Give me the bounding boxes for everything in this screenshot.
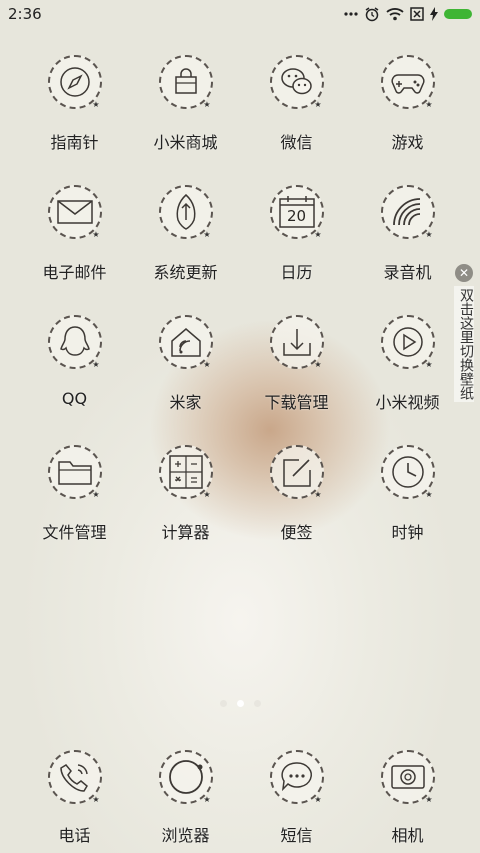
app-label: 时钟 bbox=[391, 523, 424, 542]
download-icon: ★ bbox=[269, 315, 324, 369]
wifi-icon bbox=[386, 7, 404, 21]
app-label: 指南针 bbox=[50, 133, 99, 152]
app-browser[interactable]: ★ 浏览器 bbox=[130, 750, 241, 846]
app-recorder[interactable]: ★ 录音机 bbox=[352, 185, 463, 315]
folder-icon: ★ bbox=[47, 445, 102, 499]
calendar-icon: 20 ★ bbox=[269, 185, 324, 239]
app-downloads[interactable]: ★ 下载管理 bbox=[241, 315, 352, 445]
smart-home-icon: ★ bbox=[158, 315, 213, 369]
app-label: 相机 bbox=[391, 826, 424, 845]
app-mi-video[interactable]: ★ 小米视频 bbox=[352, 315, 463, 445]
qq-penguin-icon: ★ bbox=[47, 315, 102, 369]
app-label: 文件管理 bbox=[42, 523, 107, 542]
app-qq[interactable]: ★ QQ bbox=[19, 315, 130, 445]
app-label: 浏览器 bbox=[161, 826, 210, 845]
app-clock[interactable]: ★ 时钟 bbox=[352, 445, 463, 575]
app-email[interactable]: ★ 电子邮件 bbox=[19, 185, 130, 315]
page-dot[interactable] bbox=[219, 700, 227, 707]
app-label: 系统更新 bbox=[153, 263, 218, 282]
app-mijia[interactable]: ★ 米家 bbox=[130, 315, 241, 445]
app-label: QQ bbox=[61, 389, 88, 408]
page-dot[interactable] bbox=[253, 700, 261, 707]
app-notes[interactable]: ★ 便签 bbox=[241, 445, 352, 575]
app-camera[interactable]: ★ 相机 bbox=[352, 750, 463, 846]
app-file-manager[interactable]: ★ 文件管理 bbox=[19, 445, 130, 575]
app-label: 微信 bbox=[280, 133, 313, 152]
shopping-bag-icon: ★ bbox=[158, 55, 213, 109]
sound-waves-icon: ★ bbox=[380, 185, 435, 239]
app-mi-store[interactable]: ★ 小米商城 bbox=[130, 55, 241, 185]
dock: ★ 电话 ★ 浏览器 ★ 短信 ★ 相机 bbox=[19, 750, 463, 846]
status-bar: 2:36 bbox=[0, 0, 480, 28]
calendar-day: 20 bbox=[286, 207, 307, 225]
app-label: 游戏 bbox=[391, 133, 424, 152]
app-wechat[interactable]: ★ 微信 bbox=[241, 55, 352, 185]
wallpaper-tip-text[interactable]: 双击这里切换壁纸 bbox=[454, 286, 474, 402]
alarm-icon bbox=[364, 6, 380, 22]
app-compass[interactable]: ★ 指南针 bbox=[19, 55, 130, 185]
page-dot-active[interactable] bbox=[236, 700, 244, 707]
calculator-icon: ★ bbox=[158, 445, 213, 499]
page-indicator[interactable] bbox=[0, 700, 480, 707]
wechat-icon: ★ bbox=[269, 55, 324, 109]
battery-icon bbox=[444, 9, 472, 19]
message-bubble-icon: ★ bbox=[269, 750, 324, 804]
app-label: 计算器 bbox=[161, 523, 210, 542]
app-label: 下载管理 bbox=[264, 393, 329, 412]
app-calculator[interactable]: ★ 计算器 bbox=[130, 445, 241, 575]
app-system-update[interactable]: ★ 系统更新 bbox=[130, 185, 241, 315]
gamepad-icon: ★ bbox=[380, 55, 435, 109]
envelope-icon: ★ bbox=[47, 185, 102, 239]
app-label: 电子邮件 bbox=[42, 263, 107, 282]
charging-icon bbox=[430, 7, 438, 21]
app-phone[interactable]: ★ 电话 bbox=[19, 750, 130, 846]
app-messages[interactable]: ★ 短信 bbox=[241, 750, 352, 846]
app-label: 米家 bbox=[169, 393, 202, 412]
no-sim-icon bbox=[410, 7, 424, 21]
clock-icon: ★ bbox=[380, 445, 435, 499]
app-games[interactable]: ★ 游戏 bbox=[352, 55, 463, 185]
app-label: 电话 bbox=[58, 826, 91, 845]
app-label: 便签 bbox=[280, 523, 313, 542]
app-calendar[interactable]: 20 ★ 日历 bbox=[241, 185, 352, 315]
phone-icon: ★ bbox=[47, 750, 102, 804]
play-icon: ★ bbox=[380, 315, 435, 369]
app-label: 短信 bbox=[280, 826, 313, 845]
wallpaper-switch-tip[interactable]: ✕ 双击这里切换壁纸 bbox=[453, 264, 475, 410]
update-arrow-icon: ★ bbox=[158, 185, 213, 239]
note-pencil-icon: ★ bbox=[269, 445, 324, 499]
app-label: 日历 bbox=[280, 263, 313, 282]
app-label: 小米商城 bbox=[153, 133, 218, 152]
more-dots-icon bbox=[344, 11, 358, 17]
app-label: 小米视频 bbox=[375, 393, 440, 412]
compass-icon: ★ bbox=[47, 55, 102, 109]
app-label: 录音机 bbox=[383, 263, 432, 282]
status-time: 2:36 bbox=[8, 5, 42, 23]
camera-icon: ★ bbox=[380, 750, 435, 804]
app-grid: ★ 指南针 ★ 小米商城 ★ 微信 ★ 游戏 ★ 电子邮件 ★ 系统更新 20 … bbox=[19, 55, 463, 575]
browser-globe-icon: ★ bbox=[158, 750, 213, 804]
close-icon[interactable]: ✕ bbox=[455, 264, 473, 282]
